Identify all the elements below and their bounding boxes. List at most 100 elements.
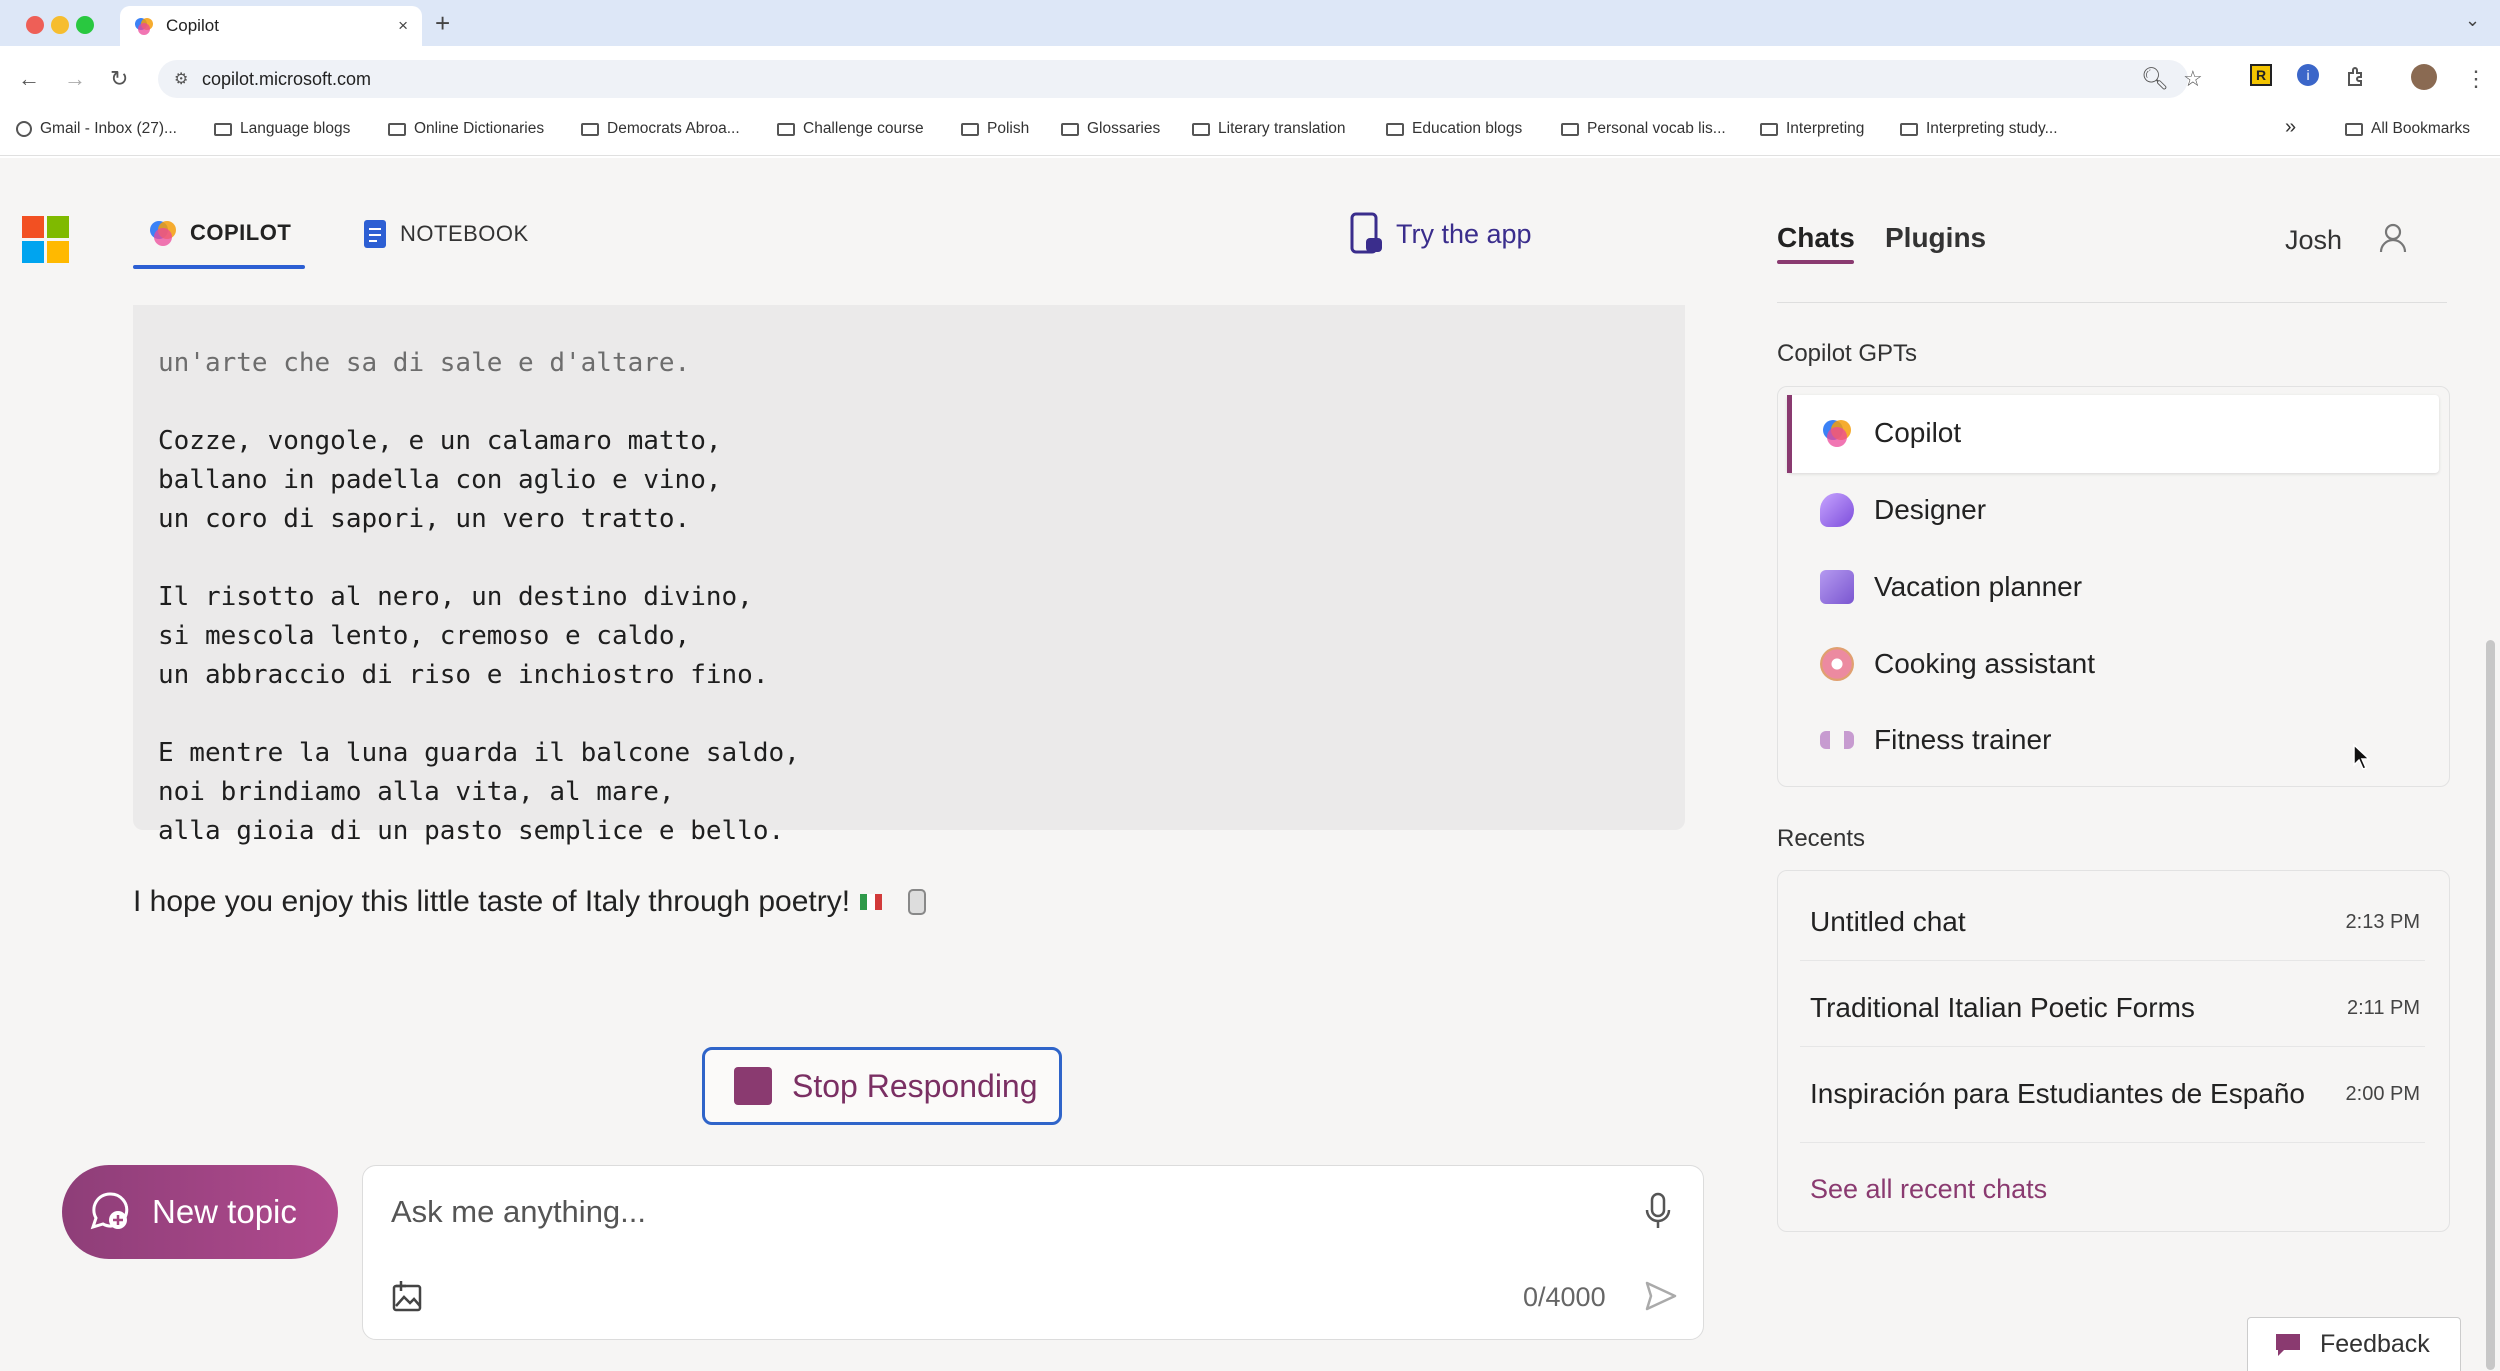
bookmark-folder[interactable]: Education blogs xyxy=(1386,120,1522,138)
feedback-chat-icon xyxy=(2276,1333,2300,1356)
tab-plugins[interactable]: Plugins xyxy=(1885,222,1986,254)
gpt-item-cooking-assistant[interactable]: Cooking assistant xyxy=(1820,647,2095,681)
browser-menu-icon[interactable]: ⋮ xyxy=(2465,66,2487,92)
see-all-recent-chats-link[interactable]: See all recent chats xyxy=(1810,1174,2047,1205)
poem-line: un coro di sapori, un vero tratto. xyxy=(158,504,691,534)
recent-chat-title: Traditional Italian Poetic Forms xyxy=(1810,992,2195,1023)
bookmark-folder[interactable]: Democrats Abroa... xyxy=(581,120,740,138)
bookmark-folder[interactable]: Literary translation xyxy=(1192,120,1346,138)
more-bookmarks-button[interactable]: » xyxy=(2285,116,2296,139)
chats-tab-underline xyxy=(1777,260,1854,264)
recent-chat-title: Inspiración para Estudiantes de Español xyxy=(1810,1078,2305,1109)
copilot-logo-icon xyxy=(150,221,176,246)
assistant-closing-message: I hope you enjoy this little taste of It… xyxy=(133,885,927,919)
poem-line: Cozze, vongole, e un calamaro matto, xyxy=(158,426,722,456)
extensions-puzzle-icon[interactable] xyxy=(2345,66,2367,88)
new-topic-button[interactable]: New topic xyxy=(62,1165,338,1259)
forward-arrow-icon[interactable]: → xyxy=(64,66,86,92)
bookmark-gmail[interactable]: Gmail - Inbox (27)... xyxy=(16,120,177,138)
tab-copilot[interactable]: COPILOT xyxy=(148,218,291,248)
chat-composer: 0/4000 xyxy=(362,1165,1704,1340)
recent-chat-item[interactable]: Untitled chat 2:13 PM xyxy=(1810,906,2420,938)
recent-divider xyxy=(1800,1046,2425,1047)
bookmark-folder[interactable]: Glossaries xyxy=(1061,120,1160,138)
recent-chat-time: 2:11 PM xyxy=(2347,996,2420,1019)
poem-line: Il risotto al nero, un destino divino, xyxy=(158,582,753,612)
bookmark-folder[interactable]: Interpreting study... xyxy=(1900,120,2058,138)
bookmark-folder[interactable]: Polish xyxy=(961,120,1029,138)
recent-divider xyxy=(1800,960,2425,961)
gpt-item-fitness-trainer[interactable]: Fitness trainer xyxy=(1820,724,2051,756)
site-settings-icon[interactable]: ⚙ xyxy=(174,69,188,89)
copilot-favicon-icon xyxy=(135,18,153,35)
tab-notebook[interactable]: NOTEBOOK xyxy=(362,218,529,250)
tab-search-chevron-icon[interactable]: ⌄ xyxy=(2465,10,2480,31)
italian-flag-icon xyxy=(860,894,883,910)
active-tab-underline xyxy=(133,265,305,269)
gpt-item-designer[interactable]: Designer xyxy=(1820,493,1986,527)
microphone-icon[interactable] xyxy=(1643,1192,1673,1232)
poem-line: si mescola lento, cremoso e caldo, xyxy=(158,621,691,651)
recent-divider xyxy=(1800,1142,2425,1143)
window-zoom-dot[interactable] xyxy=(76,16,94,34)
recent-chat-item[interactable]: Traditional Italian Poetic Forms 2:11 PM xyxy=(1810,992,2420,1024)
designer-icon xyxy=(1820,493,1854,527)
mouse-cursor-icon xyxy=(2353,743,2370,770)
dumbbell-icon xyxy=(1820,731,1854,749)
zoom-icon[interactable]: 🔍︎ xyxy=(2141,66,2169,92)
gmail-favicon-icon xyxy=(16,121,32,137)
folder-icon xyxy=(1192,122,1210,136)
ask-input[interactable] xyxy=(391,1194,1591,1230)
user-name[interactable]: Josh xyxy=(2285,225,2342,256)
reload-icon[interactable]: ↻ xyxy=(110,66,128,92)
try-the-app-link[interactable]: Try the app xyxy=(1350,212,1532,256)
bookmark-folder[interactable]: Personal vocab lis... xyxy=(1561,120,1726,138)
new-topic-chat-icon xyxy=(90,1192,129,1230)
address-url: copilot.microsoft.com xyxy=(202,68,372,89)
closing-text: I hope you enjoy this little taste of It… xyxy=(133,885,851,918)
poem-line: ​ xyxy=(158,695,1660,734)
copilot-gpts-heading: Copilot GPTs xyxy=(1777,340,1918,367)
recents-heading: Recents xyxy=(1777,825,1866,852)
add-image-icon[interactable] xyxy=(391,1278,427,1314)
back-arrow-icon[interactable]: ← xyxy=(18,66,40,92)
extension-r-icon[interactable]: R xyxy=(2250,64,2272,86)
gpt-item-copilot[interactable]: Copilot xyxy=(1820,416,1961,450)
folder-icon xyxy=(2345,122,2363,136)
recent-chat-title: Untitled chat xyxy=(1810,906,1966,937)
sidebar-scrollbar[interactable] xyxy=(2486,640,2495,1370)
poem-line: noi brindiamo alla vita, al mare, xyxy=(158,777,675,807)
poem-line: un'arte che sa di sale e d'altare. xyxy=(158,348,691,378)
user-avatar-icon[interactable] xyxy=(2378,222,2408,254)
poem-line: un abbraccio di riso e inchiostro fino. xyxy=(158,660,769,690)
folder-icon xyxy=(777,122,795,136)
new-tab-button[interactable]: + xyxy=(435,8,450,38)
tab-chats[interactable]: Chats xyxy=(1777,222,1855,254)
profile-avatar-icon[interactable] xyxy=(2411,64,2437,90)
poem-line: ​ xyxy=(158,539,1660,578)
bookmark-folder[interactable]: Online Dictionaries xyxy=(388,120,544,138)
browser-tab-copilot[interactable]: Copilot × xyxy=(120,6,422,46)
window-close-dot[interactable] xyxy=(26,16,44,34)
folder-icon xyxy=(1760,122,1778,136)
send-icon[interactable] xyxy=(1643,1278,1679,1314)
donut-icon xyxy=(1820,647,1854,681)
tab-close-icon[interactable]: × xyxy=(398,16,408,36)
gpt-item-vacation-planner[interactable]: Vacation planner xyxy=(1820,570,2082,604)
recent-chat-time: 2:13 PM xyxy=(2345,910,2420,933)
address-bar[interactable]: ⚙ copilot.microsoft.com xyxy=(158,60,2188,98)
stop-responding-button[interactable]: Stop Responding xyxy=(702,1047,1062,1125)
bookmark-folder[interactable]: Challenge course xyxy=(777,120,924,138)
bookmark-star-icon[interactable]: ☆ xyxy=(2183,66,2203,92)
bookmark-folder[interactable]: Language blogs xyxy=(214,120,350,138)
recent-chat-item[interactable]: Inspiración para Estudiantes de Español … xyxy=(1810,1078,2420,1110)
window-minimize-dot[interactable] xyxy=(51,16,69,34)
bookmark-folder[interactable]: Interpreting xyxy=(1760,120,1864,138)
microsoft-logo-icon[interactable] xyxy=(22,216,70,264)
stop-square-icon xyxy=(734,1067,772,1105)
feedback-button[interactable]: Feedback xyxy=(2247,1317,2461,1371)
extension-info-icon[interactable]: i xyxy=(2297,64,2319,86)
phone-app-icon xyxy=(1350,212,1382,254)
all-bookmarks-folder[interactable]: All Bookmarks xyxy=(2345,120,2470,138)
copilot-logo-icon xyxy=(1823,420,1851,447)
